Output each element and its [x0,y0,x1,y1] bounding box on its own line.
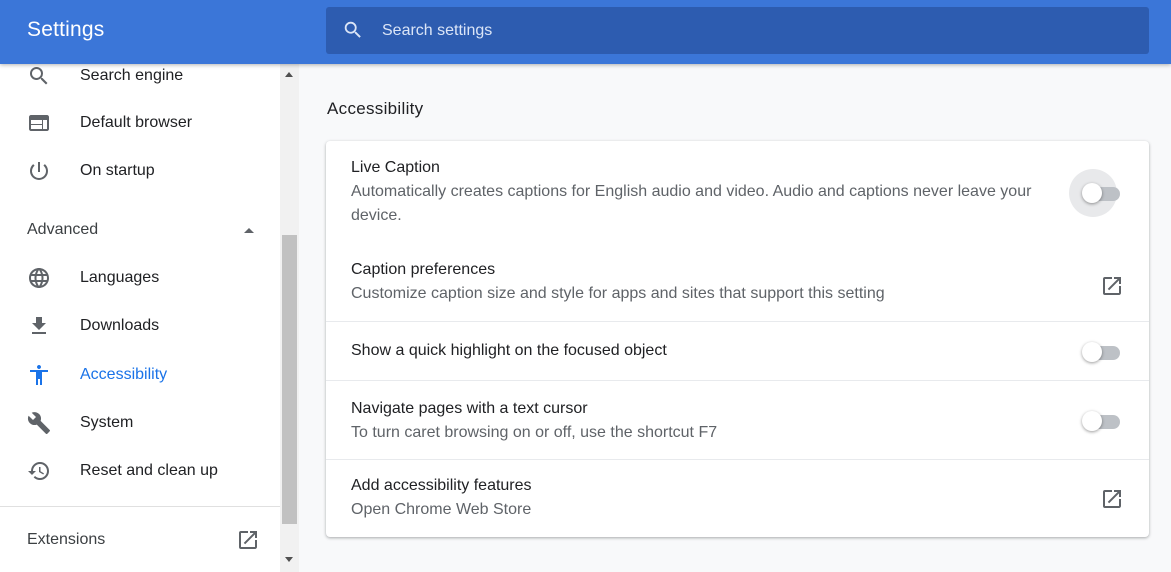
browser-window-icon [29,115,49,131]
setting-row-focus-highlight[interactable]: Show a quick highlight on the focused ob… [326,322,1149,380]
setting-row-live-caption[interactable]: Live Caption Automatically creates capti… [326,141,1149,245]
setting-subtitle: To turn caret browsing on or off, use th… [351,424,718,441]
sidebar-item-reset[interactable]: Reset and clean up [0,449,280,493]
external-link-icon[interactable] [1100,274,1124,298]
sidebar-item-languages[interactable]: Languages [0,256,280,300]
sidebar-item-accessibility[interactable]: Accessibility [0,353,280,397]
search-icon [30,67,48,85]
scroll-down-arrow-icon[interactable] [285,557,293,562]
search-icon[interactable] [342,19,364,41]
setting-row-add-features[interactable]: Add accessibility features Open Chrome W… [326,460,1149,537]
sidebar-item-label: Languages [80,269,160,286]
sidebar-item-search-engine[interactable]: Search engine [0,64,280,98]
setting-row-caret-browsing[interactable]: Navigate pages with a text cursor To tur… [326,381,1149,459]
sidebar-scrollbar[interactable] [280,64,299,572]
scroll-thumb[interactable] [282,235,297,524]
download-icon [32,317,46,334]
setting-title: Live Caption [351,159,440,176]
sidebar-nav: Search engine Default browser On startup… [0,64,280,572]
live-caption-toggle[interactable] [1082,182,1122,203]
scroll-up-arrow-icon[interactable] [285,72,293,77]
extensions-label: Extensions [27,531,106,548]
setting-row-caption-preferences[interactable]: Caption preferences Customize caption si… [326,245,1149,322]
toggle-knob [1082,411,1102,431]
sidebar-item-extensions[interactable]: Extensions [0,518,280,562]
sidebar-item-label: Default browser [80,114,193,131]
sidebar-item-on-startup[interactable]: On startup [0,149,280,193]
setting-subtitle: Open Chrome Web Store [351,501,532,518]
setting-title: Add accessibility features [351,477,532,494]
sidebar-item-label: Search engine [80,67,184,84]
power-icon [29,162,48,180]
setting-subtitle: Customize caption size and style for app… [351,285,885,302]
sidebar-item-label: Downloads [80,317,160,334]
setting-subtitle: Automatically creates captions for Engli… [351,183,1032,200]
search-box[interactable] [326,7,1149,54]
external-link-icon[interactable] [1100,487,1124,511]
sidebar-divider [0,506,280,507]
focus-highlight-toggle[interactable] [1082,341,1122,362]
sidebar-item-label: Accessibility [80,366,168,383]
sidebar-item-label: On startup [80,162,155,179]
wrench-icon [27,412,50,434]
setting-title: Show a quick highlight on the focused ob… [351,342,667,359]
history-icon [28,462,49,480]
sidebar-item-label: Reset and clean up [80,462,218,479]
caret-up-icon [244,228,254,233]
sidebar-item-downloads[interactable]: Downloads [0,304,280,348]
advanced-section-toggle[interactable]: Advanced [0,208,280,252]
sidebar-item-label: System [80,414,134,431]
app-title: Settings [27,18,105,41]
caret-browsing-toggle[interactable] [1082,410,1122,431]
setting-title: Caption preferences [351,261,496,278]
accessibility-icon [30,365,48,385]
sidebar-item-default-browser[interactable]: Default browser [0,101,280,145]
toggle-knob [1082,342,1102,362]
setting-title: Navigate pages with a text cursor [351,400,588,417]
advanced-label: Advanced [27,221,99,238]
globe-icon [29,268,49,288]
accessibility-settings-card: Live Caption Automatically creates capti… [326,141,1149,537]
setting-subtitle-continued: device. [351,207,402,224]
top-app-bar: Settings [0,0,1171,64]
page-title: Accessibility [327,99,424,118]
search-input[interactable] [382,7,1122,54]
external-link-icon[interactable] [236,528,260,552]
sidebar-item-system[interactable]: System [0,401,280,445]
toggle-knob [1082,183,1102,203]
